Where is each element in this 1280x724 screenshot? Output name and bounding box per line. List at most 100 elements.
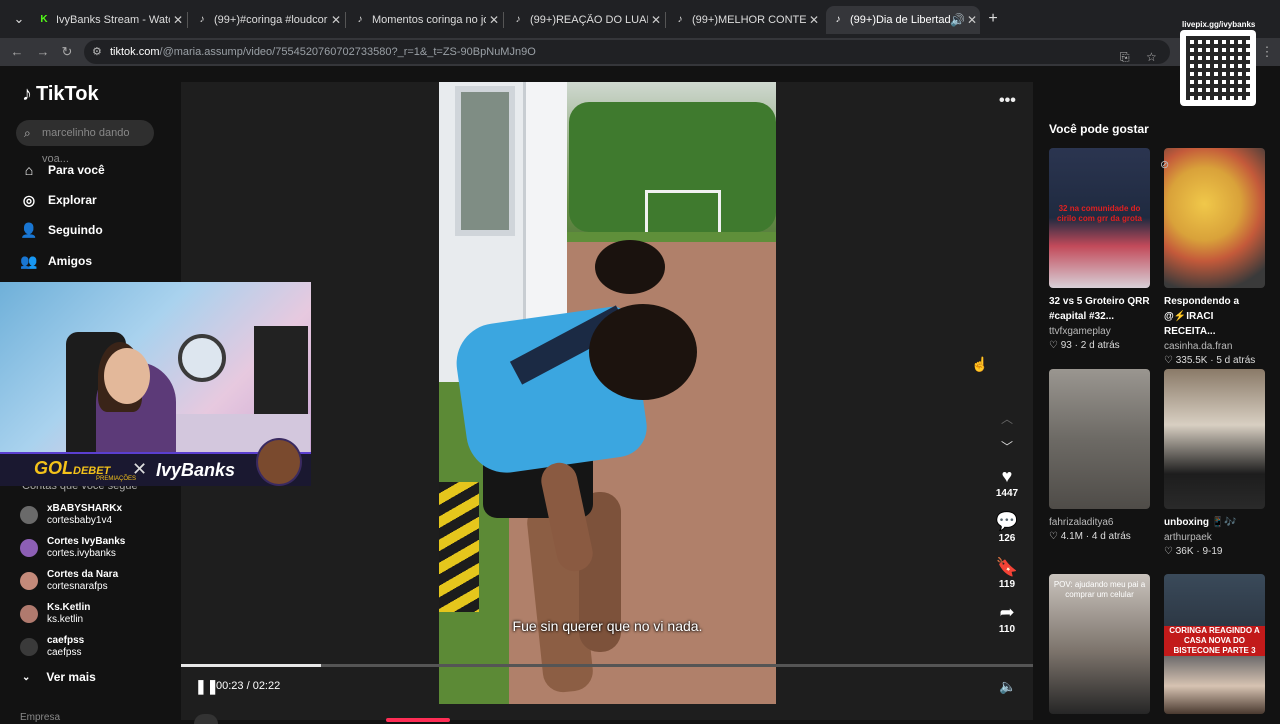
search-input[interactable]: ⌕ marcelinho dando voa... <box>16 120 154 165</box>
account-handle: cortes.ivybanks <box>47 548 116 559</box>
close-icon[interactable]: ✕ <box>964 13 980 27</box>
video-age: 2 d atrás <box>1080 340 1120 351</box>
video-thumbnail: CORINGA REAGINDO A CASA NOVA DO BISTECON… <box>1164 574 1265 714</box>
following-account[interactable]: Cortes da Nara cortesnarafps <box>20 567 118 595</box>
tiktok-note-icon: ♪ <box>22 83 32 105</box>
kick-icon: K <box>40 14 48 25</box>
donation-qr-code <box>1180 30 1256 106</box>
tab-divider <box>345 12 346 28</box>
pause-button[interactable]: ❚❚ <box>195 678 218 695</box>
speaker-icon[interactable]: 🔊 <box>950 13 965 27</box>
save-button[interactable]: 🔖 119 <box>989 557 1025 590</box>
like-count: 335.5K <box>1175 355 1208 366</box>
video-frame[interactable]: Fue sin querer que no vi nada. <box>439 82 776 704</box>
forward-button[interactable]: → <box>34 43 52 61</box>
more-options-icon[interactable]: ••• <box>999 92 1016 110</box>
browser-tab-1[interactable]: K IvyBanks Stream - Watch Live c ✕ <box>32 6 186 34</box>
close-icon[interactable]: ✕ <box>806 13 822 27</box>
nav-item-following[interactable]: 👤 Seguindo <box>20 219 103 241</box>
like-count: 93 <box>1060 340 1072 351</box>
close-icon[interactable]: ✕ <box>170 13 186 27</box>
account-name: caefpss <box>47 635 85 646</box>
avatar <box>20 539 38 557</box>
close-icon[interactable]: ✕ <box>328 13 344 27</box>
recommended-video-card[interactable]: unboxing 📱🎶 arthurpaek ♡ 36K · 9-19 <box>1164 369 1266 557</box>
browser-menu-button[interactable]: ⋮ <box>1258 43 1276 61</box>
close-icon[interactable]: ✕ <box>648 13 664 27</box>
recommended-video-card[interactable]: POV: ajudando meu pai a comprar um celul… <box>1049 574 1151 714</box>
like-button[interactable]: ♥ 1447 <box>989 466 1025 499</box>
tiktok-icon: ♪ <box>199 14 205 25</box>
inbox-icon[interactable]: ⊘ <box>1160 158 1174 172</box>
company-label: Empresa <box>20 712 61 723</box>
follow-button[interactable] <box>386 718 450 722</box>
tab-label: IvyBanks Stream - Watch Live c <box>56 14 170 26</box>
tiktok-icon: ♪ <box>677 14 683 25</box>
following-account[interactable]: caefpss caefpss <box>20 633 84 661</box>
browser-tab-4[interactable]: ♪ (99+)REAÇÃO DO LUAN E DA I ✕ <box>506 6 664 34</box>
nav-label: Amigos <box>48 254 93 268</box>
search-icon: ⌕ <box>24 126 31 140</box>
following-account[interactable]: Ks.Ketlin ks.ketlin <box>20 600 90 628</box>
tab-divider <box>665 12 666 28</box>
compass-icon: ◎ <box>22 191 36 208</box>
browser-tab-3[interactable]: ♪ Momentos coringa no jogo de ✕ <box>348 6 502 34</box>
author-avatar[interactable] <box>194 714 218 724</box>
comment-count: 126 <box>998 533 1016 544</box>
thumbnail-overlay-text: CORINGA REAGINDO A CASA NOVA DO BISTECON… <box>1164 626 1265 656</box>
sponsor-subtext: PREMIAÇÕES <box>96 476 137 482</box>
share-button[interactable]: ➦ 110 <box>989 602 1025 635</box>
heart-icon: ♡ <box>1164 546 1176 557</box>
following-account[interactable]: xBABYSHARKx cortesbaby1v4 <box>20 501 122 529</box>
video-title: 32 vs 5 Groteiro QRR #capital #32... <box>1049 296 1150 322</box>
nav-item-for-you[interactable]: ⌂ Para você <box>20 159 105 181</box>
friends-icon: 👥 <box>20 252 38 269</box>
tab-list-button[interactable]: ⌄ <box>10 10 28 28</box>
like-count: 4.1M <box>1060 531 1083 542</box>
volume-icon[interactable]: 🔈 <box>999 678 1016 695</box>
like-count: 1447 <box>995 488 1019 499</box>
chevron-down-icon: ⌄ <box>22 671 31 683</box>
webcam-streamer-face <box>104 348 150 404</box>
following-account[interactable]: Cortes IvyBanks cortes.ivybanks <box>20 534 125 562</box>
account-handle: cortesbaby1v4 <box>47 515 113 526</box>
next-video-icon[interactable]: ﹀ <box>1001 438 1013 455</box>
heart-icon: ♡ <box>1049 340 1061 351</box>
video-thumbnail: POV: ajudando meu pai a comprar um celul… <box>1049 574 1150 714</box>
comment-button[interactable]: 💬 126 <box>989 511 1025 544</box>
video-thumbnail: 32 na comunidade do cirilo com grr da gr… <box>1049 148 1150 288</box>
close-icon[interactable]: ✕ <box>486 13 502 27</box>
nav-item-friends[interactable]: 👥 Amigos <box>20 250 92 272</box>
browser-tab-2[interactable]: ♪ (99+)#coringa #loudcoringa #l ✕ <box>190 6 344 34</box>
recommended-video-card[interactable]: Respondendo a @⚡IRACI RECEITA... casinha… <box>1164 148 1266 366</box>
tab-label: (99+)MELHOR CONTEÚDO DA <box>692 14 806 26</box>
video-window <box>455 86 515 236</box>
previous-video-icon[interactable]: ︿ <box>1001 410 1013 427</box>
recommended-video-card[interactable]: CORINGA REAGINDO A CASA NOVA DO BISTECON… <box>1164 574 1266 714</box>
back-button[interactable]: ← <box>8 43 26 61</box>
tab-label: (99+)Dia de Libertadores: N <box>850 14 950 26</box>
sponsor-banner: GOLDEBET PREMIAÇÕES ✕ IvyBanks <box>0 438 311 486</box>
video-thumbnail <box>1164 369 1265 509</box>
nav-item-explore[interactable]: ◎ Explorar <box>20 189 97 211</box>
video-person-head <box>589 304 697 400</box>
recommended-video-card[interactable]: 32 na comunidade do cirilo com grr da gr… <box>1049 148 1151 351</box>
recommended-video-card[interactable]: fahrizaladitya6 ♡ 4.1M · 4 d atrás <box>1049 369 1151 542</box>
site-info-icon[interactable]: ⚙ <box>92 40 102 64</box>
video-age: 9-19 <box>1202 546 1223 557</box>
account-handle: ks.ketlin <box>47 614 84 625</box>
streamer-avatar <box>256 438 302 486</box>
browser-tab-6-active[interactable]: ♪ (99+)Dia de Libertadores: N 🔊 ✕ <box>826 6 980 34</box>
browser-tab-5[interactable]: ♪ (99+)MELHOR CONTEÚDO DA ✕ <box>668 6 822 34</box>
reload-button[interactable]: ↻ <box>58 43 76 61</box>
nav-label: Seguindo <box>48 223 103 237</box>
tiktok-logo[interactable]: ♪ TikTok <box>22 83 99 106</box>
thumbnail-overlay-text: POV: ajudando meu pai a comprar um celul… <box>1053 580 1146 599</box>
video-age: 5 d atrás <box>1216 355 1256 366</box>
heart-icon: ♥ <box>1001 466 1013 486</box>
address-bar[interactable]: ⚙ tiktok.com/@maria.assump/video/7554520… <box>84 40 1170 64</box>
see-more-button[interactable]: ⌄ Ver mais <box>22 670 96 684</box>
new-tab-button[interactable]: + <box>984 10 1002 28</box>
url-path: /@maria.assump/video/7554520760702733580… <box>159 46 536 58</box>
progress-bar[interactable] <box>181 664 1033 667</box>
